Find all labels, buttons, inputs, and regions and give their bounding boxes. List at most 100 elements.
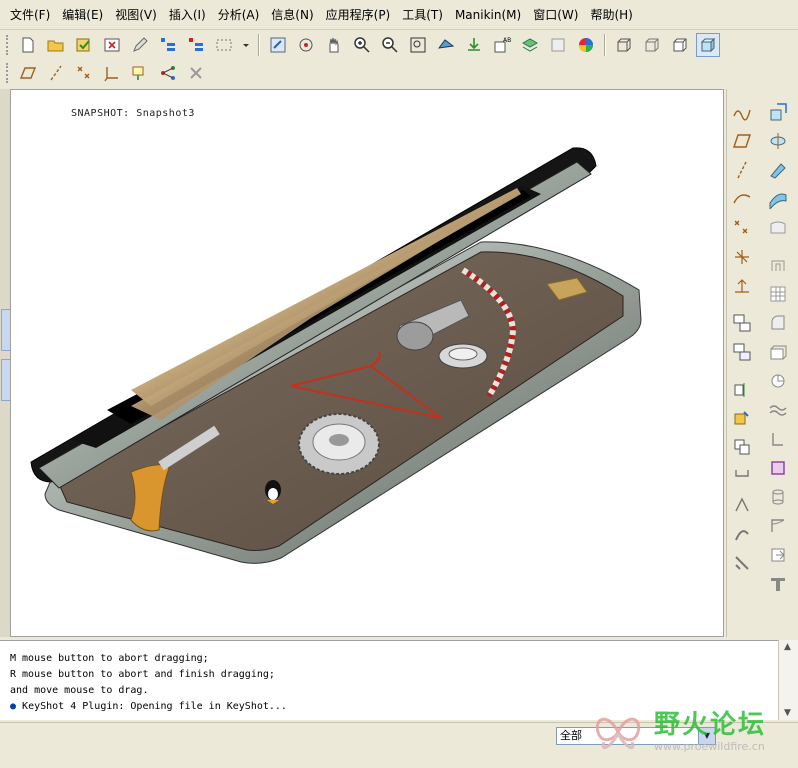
revolve-tool-button[interactable] — [765, 128, 791, 154]
annotation-display-button[interactable] — [128, 61, 152, 85]
extend-tool-button[interactable] — [729, 463, 755, 489]
solidify-tool-button[interactable] — [729, 550, 755, 576]
hole-tool-button[interactable] — [765, 252, 791, 278]
display-style-button[interactable] — [546, 33, 570, 57]
rail-gap — [729, 302, 759, 310]
extrude-icon — [770, 103, 787, 121]
offset-tool-button[interactable] — [729, 492, 755, 518]
toroidal-icon — [771, 519, 785, 532]
zoom-out-button[interactable] — [378, 33, 402, 57]
spin-center-button[interactable] — [294, 33, 318, 57]
menu-applications[interactable]: 应用程序(P) — [322, 6, 399, 23]
zoom-in-button[interactable] — [350, 33, 374, 57]
merge-tool-button[interactable] — [729, 405, 755, 431]
datum-plane-display-button[interactable] — [16, 61, 40, 85]
csys-display-button[interactable] — [100, 61, 124, 85]
datum-point-tool-button[interactable] — [729, 215, 755, 241]
refit-button[interactable] — [406, 33, 430, 57]
toolbar-grip[interactable] — [6, 35, 11, 55]
saved-views-button[interactable] — [462, 33, 486, 57]
open-file-button[interactable] — [44, 33, 68, 57]
annotation-icon — [132, 66, 144, 80]
wireframe-button[interactable] — [612, 33, 636, 57]
sweep-tool-button[interactable] — [765, 157, 791, 183]
repaint-button[interactable] — [266, 33, 290, 57]
main-toolbar: AB — [0, 31, 798, 59]
view-manager-button[interactable]: AB — [490, 33, 514, 57]
open-folder-icon — [47, 40, 64, 52]
watermark-url: www.proewildfire.cn — [654, 740, 765, 753]
datum-axis-tool-button[interactable] — [729, 157, 755, 183]
datum-curve-tool-button[interactable] — [729, 186, 755, 212]
paste-tool-button[interactable] — [729, 339, 755, 365]
layers-button[interactable] — [156, 33, 180, 57]
reorient-button[interactable] — [434, 33, 458, 57]
warp-tool-button[interactable] — [765, 397, 791, 423]
select-dropdown[interactable] — [240, 33, 252, 57]
thicken-tool-button[interactable] — [729, 521, 755, 547]
draft-icon — [771, 374, 785, 388]
trim-tool-button[interactable] — [729, 434, 755, 460]
datum-point-icon — [77, 66, 90, 79]
menu-manikin[interactable]: Manikin(M) — [451, 8, 529, 22]
regenerate-button[interactable] — [128, 33, 152, 57]
datum-point-display-button[interactable] — [72, 61, 96, 85]
toolbar-grip[interactable] — [6, 63, 11, 83]
graphics-window[interactable]: SNAPSHOT: Snapshot3 — [10, 89, 724, 637]
menu-insert[interactable]: 插入(I) — [165, 6, 214, 23]
model-tree-button[interactable] — [184, 33, 208, 57]
close-window-button[interactable] — [100, 33, 124, 57]
mirror-tool-button[interactable] — [729, 376, 755, 402]
copy-tool-button[interactable] — [729, 310, 755, 336]
cross-icon — [190, 67, 202, 79]
menu-help[interactable]: 帮助(H) — [586, 6, 640, 23]
shell-tool-button[interactable] — [765, 339, 791, 365]
clear-button[interactable] — [184, 61, 208, 85]
appearance-button[interactable] — [574, 33, 598, 57]
new-file-button[interactable] — [16, 33, 40, 57]
round-tool-button[interactable] — [765, 310, 791, 336]
toroidal-tool-button[interactable] — [765, 513, 791, 539]
datum-point-icon — [734, 220, 748, 234]
csys-tool-button[interactable] — [729, 244, 755, 270]
boundary-tool-button[interactable] — [765, 215, 791, 241]
datum-axis-icon — [50, 65, 62, 81]
style-tool-button[interactable] — [765, 455, 791, 481]
extrude-tool-button[interactable] — [765, 99, 791, 125]
sketch-tool-button[interactable] — [729, 99, 755, 125]
layers-manager-button[interactable] — [518, 33, 542, 57]
flange-tool-button[interactable] — [765, 542, 791, 568]
rib-tool-button[interactable] — [765, 426, 791, 452]
shading-button[interactable] — [696, 33, 720, 57]
analysis-tool-button[interactable] — [729, 273, 755, 299]
cosmetic-tool-button[interactable] — [765, 484, 791, 510]
menu-edit[interactable]: 编辑(E) — [58, 6, 111, 23]
hidden-line-button[interactable] — [640, 33, 664, 57]
menu-window[interactable]: 窗口(W) — [529, 6, 586, 23]
blend-tool-button[interactable] — [765, 186, 791, 212]
scroll-up-icon[interactable]: ▲ — [784, 642, 791, 652]
menu-analysis[interactable]: 分析(A) — [214, 6, 268, 23]
spin-center-display-button[interactable] — [156, 61, 180, 85]
blend-icon — [769, 193, 787, 209]
menu-file[interactable]: 文件(F) — [6, 6, 58, 23]
pattern-tool-button[interactable] — [765, 281, 791, 307]
select-box-button[interactable] — [212, 33, 236, 57]
message-line: M mouse button to abort dragging; — [10, 653, 209, 664]
no-hidden-button[interactable] — [668, 33, 692, 57]
feature-toolbar — [726, 89, 798, 637]
message-line: and move mouse to drag. — [10, 685, 149, 696]
datum-axis-display-button[interactable] — [44, 61, 68, 85]
coordinate-system-icon — [735, 250, 749, 264]
pan-button[interactable] — [322, 33, 346, 57]
menu-view[interactable]: 视图(V) — [111, 6, 165, 23]
paste-icon — [733, 343, 751, 361]
datum-plane-tool-button[interactable] — [729, 128, 755, 154]
menu-info[interactable]: 信息(N) — [267, 6, 321, 23]
hole-icon — [771, 260, 785, 271]
menu-tools[interactable]: 工具(T) — [398, 6, 451, 23]
save-button[interactable] — [72, 33, 96, 57]
menu-bar: 文件(F) 编辑(E) 视图(V) 插入(I) 分析(A) 信息(N) 应用程序… — [0, 0, 798, 30]
ear-tool-button[interactable] — [765, 571, 791, 597]
draft-tool-button[interactable] — [765, 368, 791, 394]
